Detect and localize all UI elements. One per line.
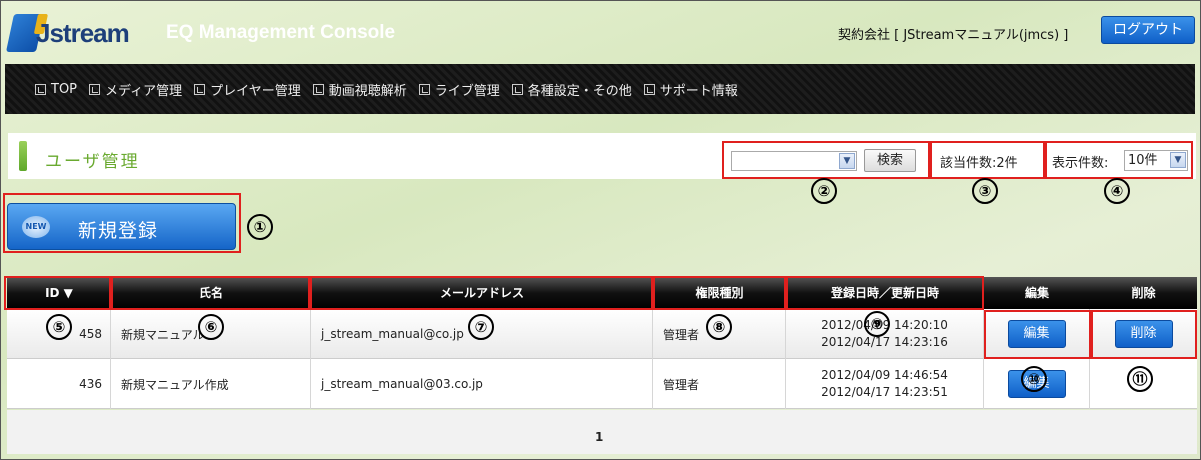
column-header-edit: 編集 — [1024, 286, 1049, 300]
nav-arrow-icon — [418, 84, 430, 95]
annotation-2: ② — [811, 178, 837, 204]
registered-datetime: 2012/04/09 14:46:54 — [821, 368, 948, 382]
annotation-11: ⑪ — [1127, 366, 1153, 392]
annotation-7: ⑦ — [468, 314, 494, 340]
nav-arrow-icon — [35, 84, 46, 95]
nav-item-live[interactable]: ライブ管理 — [418, 80, 500, 99]
highlight-box-delete — [1091, 310, 1197, 359]
nav-item-label: 動画視聴解析 — [328, 84, 407, 99]
cell-role: 管理者 — [653, 359, 786, 409]
cell-dates: 2012/04/09 14:46:54 2012/04/17 14:23:51 — [786, 359, 984, 409]
nav-item-label: メディア管理 — [105, 84, 183, 99]
nav-item-label: サポート情報 — [659, 84, 738, 99]
highlight-box-count — [930, 141, 1045, 179]
logout-button[interactable]: ログアウト — [1101, 16, 1195, 44]
highlight-box-role — [653, 276, 786, 310]
updated-datetime: 2012/04/17 14:23:16 — [821, 335, 948, 349]
cell-email: j_stream_manual@03.co.jp — [311, 359, 653, 409]
nav-arrow-icon — [312, 84, 324, 95]
nav-arrow-icon — [643, 84, 655, 95]
highlight-box-dates — [786, 276, 984, 310]
app-header: Jstream EQ Management Console 契約会社 [ JSt… — [0, 0, 1201, 64]
annotation-8: ⑧ — [706, 314, 732, 340]
nav-arrow-icon — [89, 84, 101, 95]
nav-item-label: 各種設定・その他 — [527, 84, 632, 99]
highlight-box-email — [310, 276, 653, 310]
annotation-9: ⑨ — [864, 311, 890, 337]
nav-item-analytics[interactable]: 動画視聴解析 — [312, 80, 407, 99]
cell-id: 436 — [7, 359, 111, 409]
nav-item-support[interactable]: サポート情報 — [643, 80, 738, 99]
jstream-logo: Jstream — [5, 10, 148, 54]
nav-item-media[interactable]: メディア管理 — [89, 80, 182, 99]
updated-datetime: 2012/04/17 14:23:51 — [821, 385, 948, 399]
nav-item-label: プレイヤー管理 — [210, 84, 301, 99]
title-accent-bar — [19, 141, 27, 171]
highlight-box-name — [111, 276, 310, 310]
nav-item-top[interactable]: TOP — [35, 80, 77, 99]
highlight-box-display — [1045, 141, 1193, 179]
annotation-5: ⑤ — [46, 314, 72, 340]
nav-item-player[interactable]: プレイヤー管理 — [194, 80, 301, 99]
annotation-10: ⑩ — [1021, 366, 1047, 392]
highlight-box-id — [4, 276, 111, 310]
annotation-6: ⑥ — [198, 314, 224, 340]
nav-arrow-icon — [511, 84, 523, 95]
column-header-delete: 削除 — [1131, 286, 1156, 300]
nav-item-label: ライブ管理 — [434, 84, 500, 99]
annotation-3: ③ — [972, 178, 998, 204]
annotation-4: ④ — [1104, 178, 1130, 204]
logo-text: Jstream — [36, 18, 130, 48]
pagination: 1 — [7, 410, 1197, 454]
nav-item-label: TOP — [51, 82, 78, 97]
table-row: 436 新規マニュアル作成 j_stream_manual@03.co.jp 管… — [7, 359, 1197, 409]
highlight-box-new — [3, 193, 241, 253]
highlight-box-search — [722, 141, 930, 179]
nav-item-settings[interactable]: 各種設定・その他 — [511, 80, 632, 99]
nav-arrow-icon — [194, 84, 206, 95]
annotation-1: ① — [247, 214, 273, 240]
cell-name: 新規マニュアル作成 — [111, 359, 311, 409]
page-number-current[interactable]: 1 — [595, 430, 603, 444]
highlight-box-edit — [984, 310, 1091, 359]
main-nav: TOP メディア管理 プレイヤー管理 動画視聴解析 ライブ管理 各種設定・その他… — [5, 64, 1195, 114]
contract-company: 契約会社 [ JStreamマニュアル(jmcs) ] — [838, 28, 1069, 43]
page-title: ユーザ管理 — [45, 152, 140, 172]
console-title: EQ Management Console — [166, 22, 396, 43]
